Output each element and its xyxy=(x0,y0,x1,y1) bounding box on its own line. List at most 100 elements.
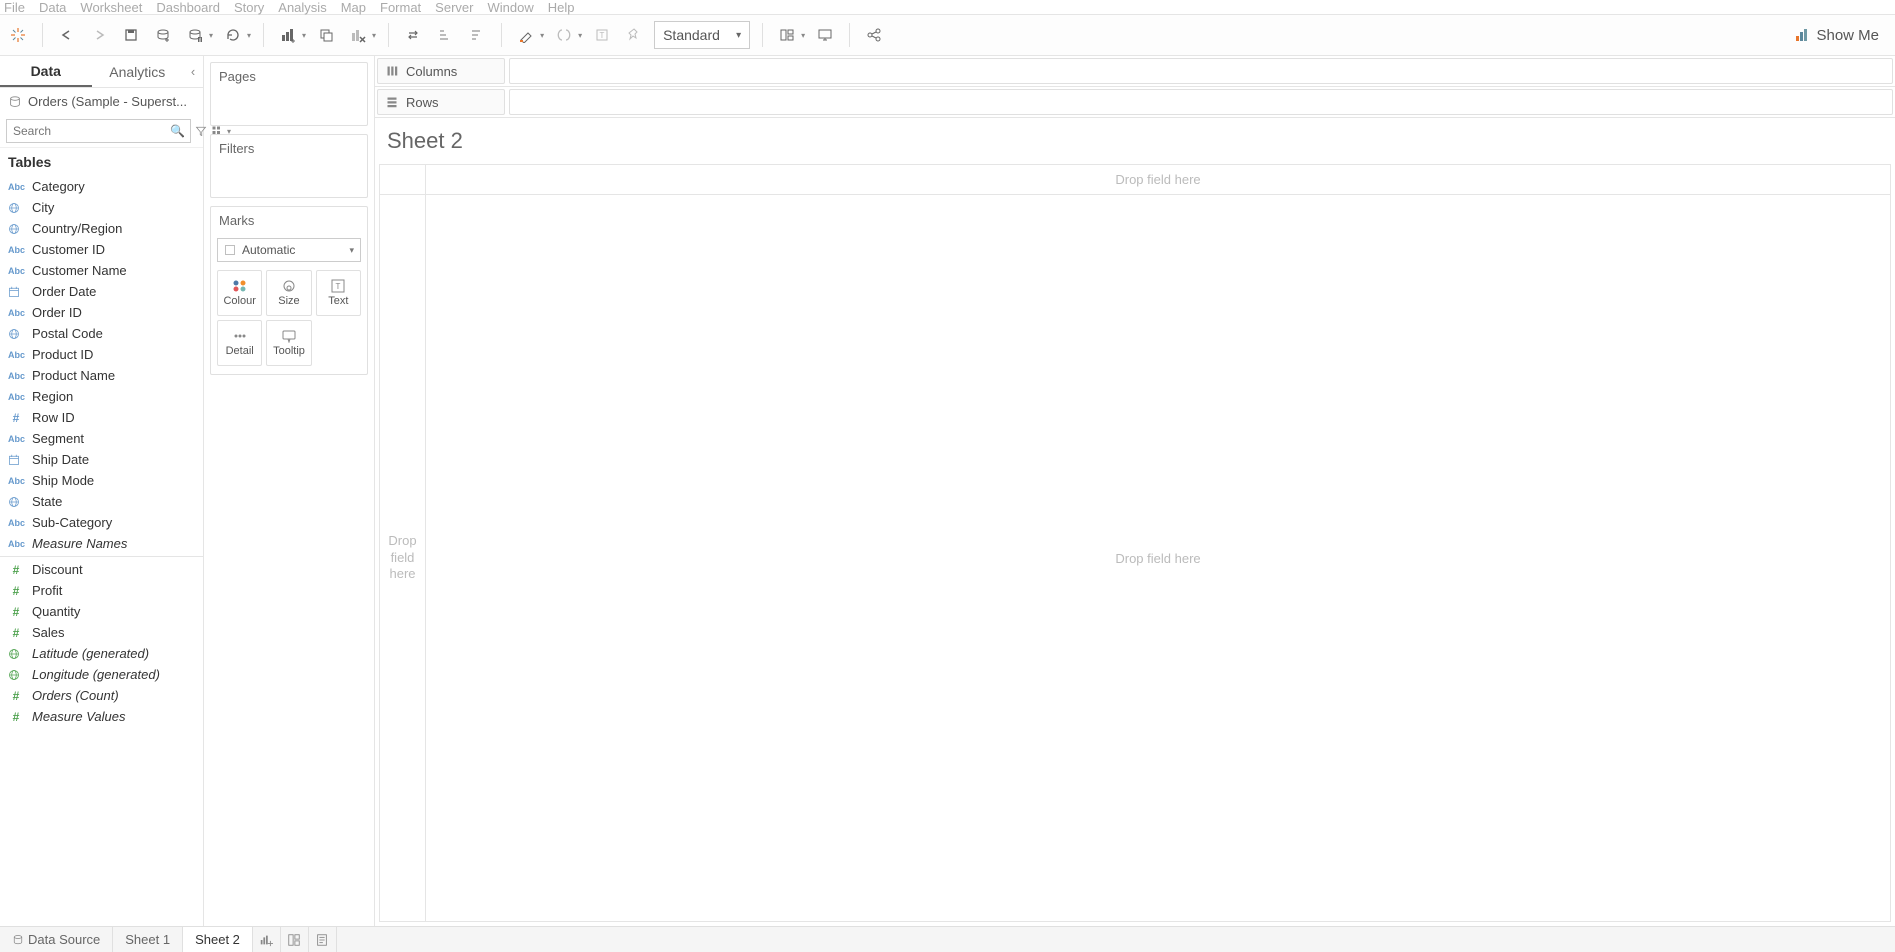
group-icon[interactable] xyxy=(552,23,576,47)
new-worksheet[interactable]: ▾ xyxy=(276,23,306,47)
menu-dashboard[interactable]: Dashboard xyxy=(156,0,220,15)
field-region[interactable]: AbcRegion xyxy=(0,386,203,407)
sort-asc-icon[interactable] xyxy=(433,23,457,47)
sheet-tab-2[interactable]: Sheet 2 xyxy=(183,927,253,952)
highlight[interactable]: ▾ xyxy=(514,23,544,47)
field-ship-mode[interactable]: AbcShip Mode xyxy=(0,470,203,491)
rows-drop-zone[interactable] xyxy=(509,89,1893,115)
field-customer-id[interactable]: AbcCustomer ID xyxy=(0,239,203,260)
canvas-top-drop[interactable]: Drop field here xyxy=(426,165,1890,195)
group[interactable]: ▾ xyxy=(552,23,582,47)
field-sales[interactable]: #Sales xyxy=(0,622,203,643)
field-product-name[interactable]: AbcProduct Name xyxy=(0,365,203,386)
field-measure-values[interactable]: #Measure Values xyxy=(0,706,203,727)
field-row-id[interactable]: #Row ID xyxy=(0,407,203,428)
caret-icon[interactable]: ▾ xyxy=(540,31,544,40)
field-ship-date[interactable]: Ship Date xyxy=(0,449,203,470)
tab-data[interactable]: Data xyxy=(0,56,92,87)
field-order-id[interactable]: AbcOrder ID xyxy=(0,302,203,323)
sheet-title[interactable]: Sheet 2 xyxy=(375,118,1895,164)
menu-server[interactable]: Server xyxy=(435,0,473,15)
field-measure-names[interactable]: AbcMeasure Names xyxy=(0,533,203,554)
highlight-icon[interactable] xyxy=(514,23,538,47)
field-product-id[interactable]: AbcProduct ID xyxy=(0,344,203,365)
duplicate-icon[interactable] xyxy=(314,23,338,47)
show-mark-labels-icon[interactable]: T xyxy=(590,23,614,47)
data-source-tab[interactable]: Data Source xyxy=(0,927,113,952)
menu-map[interactable]: Map xyxy=(341,0,366,15)
menu-window[interactable]: Window xyxy=(487,0,533,15)
caret-icon[interactable]: ▾ xyxy=(372,31,376,40)
canvas-main-drop[interactable]: Drop field here xyxy=(426,195,1890,921)
mark-detail-button[interactable]: Detail xyxy=(217,320,262,366)
new-worksheet-tab-icon[interactable] xyxy=(253,927,281,952)
field-customer-name[interactable]: AbcCustomer Name xyxy=(0,260,203,281)
caret-icon[interactable]: ▾ xyxy=(801,31,805,40)
pause-auto-updates[interactable]: ▾ xyxy=(183,23,213,47)
field-sub-category[interactable]: AbcSub-Category xyxy=(0,512,203,533)
caret-icon[interactable]: ▾ xyxy=(247,31,251,40)
field-profit[interactable]: #Profit xyxy=(0,580,203,601)
tableau-logo-icon[interactable] xyxy=(6,23,30,47)
pages-card[interactable]: Pages xyxy=(210,62,368,126)
sheet-tab-1[interactable]: Sheet 1 xyxy=(113,927,183,952)
undo-icon[interactable] xyxy=(55,23,79,47)
share-icon[interactable] xyxy=(862,23,886,47)
new-dashboard-tab-icon[interactable] xyxy=(281,927,309,952)
tab-analytics[interactable]: Analytics xyxy=(92,56,184,87)
show-hide-cards[interactable]: ▾ xyxy=(775,23,805,47)
clear-sheet[interactable]: ▾ xyxy=(346,23,376,47)
menu-analysis[interactable]: Analysis xyxy=(278,0,326,15)
collapse-pane-icon[interactable]: ‹ xyxy=(183,56,203,87)
field-orders-count-[interactable]: #Orders (Count) xyxy=(0,685,203,706)
field-country-region[interactable]: Country/Region xyxy=(0,218,203,239)
menu-data[interactable]: Data xyxy=(39,0,66,15)
save-icon[interactable] xyxy=(119,23,143,47)
columns-drop-zone[interactable] xyxy=(509,58,1893,84)
show-me-button[interactable]: Show Me xyxy=(1794,27,1889,44)
refresh-icon[interactable] xyxy=(221,23,245,47)
swap-icon[interactable] xyxy=(401,23,425,47)
marks-type-dropdown[interactable]: Automatic xyxy=(217,238,361,262)
redo-icon[interactable] xyxy=(87,23,111,47)
menu-story[interactable]: Story xyxy=(234,0,264,15)
mark-text-button[interactable]: T Text xyxy=(316,270,361,316)
field-city[interactable]: City xyxy=(0,197,203,218)
data-source-item[interactable]: Orders (Sample - Superst... xyxy=(0,88,203,115)
menu-format[interactable]: Format xyxy=(380,0,421,15)
menu-help[interactable]: Help xyxy=(548,0,575,15)
mark-colour-button[interactable]: Colour xyxy=(217,270,262,316)
mark-tooltip-button[interactable]: Tooltip xyxy=(266,320,311,366)
menu-file[interactable]: File xyxy=(4,0,25,15)
show-me-icon xyxy=(1794,27,1810,43)
field-postal-code[interactable]: Postal Code xyxy=(0,323,203,344)
new-worksheet-icon[interactable] xyxy=(276,23,300,47)
cards-icon[interactable] xyxy=(775,23,799,47)
menu-worksheet[interactable]: Worksheet xyxy=(80,0,142,15)
caret-icon[interactable]: ▾ xyxy=(578,31,582,40)
mark-size-button[interactable]: Size xyxy=(266,270,311,316)
fit-dropdown[interactable]: Standard xyxy=(654,21,750,49)
caret-icon[interactable]: ▾ xyxy=(209,31,213,40)
field-quantity[interactable]: #Quantity xyxy=(0,601,203,622)
field-longitude-generated-[interactable]: Longitude (generated) xyxy=(0,664,203,685)
field-order-date[interactable]: Order Date xyxy=(0,281,203,302)
canvas-left-drop[interactable]: Dropfieldhere xyxy=(380,195,426,921)
filters-card[interactable]: Filters xyxy=(210,134,368,198)
svg-text:T: T xyxy=(336,282,341,291)
caret-icon[interactable]: ▾ xyxy=(302,31,306,40)
pin-icon[interactable] xyxy=(622,23,646,47)
field-state[interactable]: State xyxy=(0,491,203,512)
field-category[interactable]: AbcCategory xyxy=(0,176,203,197)
field-segment[interactable]: AbcSegment xyxy=(0,428,203,449)
new-story-tab-icon[interactable] xyxy=(309,927,337,952)
refresh-data[interactable]: ▾ xyxy=(221,23,251,47)
field-discount[interactable]: #Discount xyxy=(0,559,203,580)
sort-desc-icon[interactable] xyxy=(465,23,489,47)
clear-icon[interactable] xyxy=(346,23,370,47)
pause-icon[interactable] xyxy=(183,23,207,47)
new-data-source-icon[interactable] xyxy=(151,23,175,47)
search-input[interactable] xyxy=(6,119,191,143)
field-latitude-generated-[interactable]: Latitude (generated) xyxy=(0,643,203,664)
presentation-mode-icon[interactable] xyxy=(813,23,837,47)
